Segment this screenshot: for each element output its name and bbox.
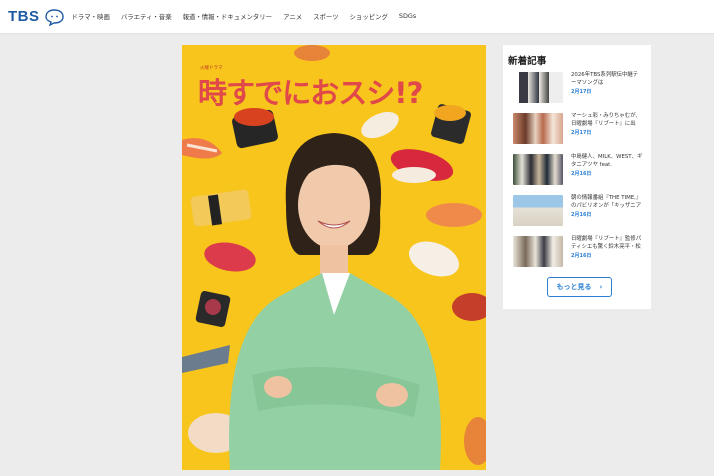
news-headline: 朝の情報番組『THE TIME,』のパビリオンが「キッザニア東京」に期間限定で登… <box>571 195 642 209</box>
mascot-icon <box>44 8 64 26</box>
news-item[interactable]: マーシュ彩・みりちゃむが、日曜劇場『リブート』に出演！ シェルターの職… 2月1… <box>503 112 651 153</box>
news-date: 2月17日 <box>571 130 592 136</box>
sushi-right-mid <box>452 293 486 321</box>
nav-news-documentary[interactable]: 報道・情報・ドキュメンタリー <box>183 12 272 21</box>
news-item[interactable]: 日曜劇場『リブート』監修パティシエも驚く鈴木亮平・松山ケンイチの役作… 2月16… <box>503 235 651 276</box>
sushi-top-orange <box>294 45 330 61</box>
sushi-salmon-right <box>426 203 482 227</box>
sushi-tuna-right <box>390 149 454 183</box>
drama-poster[interactable]: 火曜ドラマ 時すでにおスシ!? <box>182 45 486 470</box>
nav-sdgs[interactable]: SDGs <box>399 12 416 21</box>
nav-shopping[interactable]: ショッピング <box>350 12 388 21</box>
news-thumbnail <box>513 72 563 103</box>
main-nav: ドラマ・映画 バラエティ・音楽 報道・情報・ドキュメンタリー アニメ スポーツ … <box>72 12 428 21</box>
nav-drama-movie[interactable]: ドラマ・映画 <box>72 12 110 21</box>
sushi-squid <box>361 111 399 139</box>
more-news-button[interactable]: もっと見る › <box>547 277 612 297</box>
news-thumbnail <box>513 195 563 226</box>
news-thumbnail <box>513 236 563 267</box>
sushi-ikura <box>232 108 278 149</box>
tbs-logo[interactable]: TBS <box>8 8 65 26</box>
sushi-maki-left <box>195 290 231 328</box>
site-header: TBS ドラマ・映画 バラエティ・音楽 報道・情報・ドキュメンタリー アニメ ス… <box>0 0 714 34</box>
sushi-uni <box>431 104 471 144</box>
news-thumbnail <box>513 113 563 144</box>
news-headline: マーシュ彩・みりちゃむが、日曜劇場『リブート』に出演！ シェルターの職… <box>571 113 641 127</box>
news-headline: 中島健人、MILK、WEST、ギタニアツヤ feat. BABYMETAL、AI… <box>571 154 643 168</box>
chevron-right-icon: › <box>599 283 603 291</box>
news-panel-title: 新着記事 <box>508 56 547 67</box>
news-date: 2月17日 <box>571 89 592 95</box>
nav-sports[interactable]: スポーツ <box>313 12 338 21</box>
actress-figure <box>229 133 441 470</box>
news-date: 2月16日 <box>571 171 592 177</box>
sushi-tamago <box>190 189 252 227</box>
latest-news-panel: 新着記事 2026年TBS系列駅伝中継テーマソングは[Anobodyknows+… <box>503 45 651 309</box>
more-button-label: もっと見る <box>556 283 592 291</box>
nav-anime[interactable]: アニメ <box>283 12 302 21</box>
news-item[interactable]: 朝の情報番組『THE TIME,』のパビリオンが「キッザニア東京」に期間限定で登… <box>503 194 651 235</box>
news-date: 2月16日 <box>571 253 592 259</box>
news-date: 2月16日 <box>571 212 592 218</box>
news-headline: 2026年TBS系列駅伝中継テーマソングは[Anobodyknows+]が8年ぶ… <box>571 72 639 86</box>
sushi-hotate <box>408 241 460 277</box>
sushi-bottom-right <box>464 417 486 465</box>
news-item[interactable]: 2026年TBS系列駅伝中継テーマソングは[Anobodyknows+]が8年ぶ… <box>503 71 651 112</box>
news-item[interactable]: 中島健人、MILK、WEST、ギタニアツヤ feat. BABYMETAL、AI… <box>503 153 651 194</box>
sushi-shrimp-left <box>182 138 222 159</box>
news-thumbnail <box>513 154 563 185</box>
logo-text: TBS <box>8 8 40 25</box>
news-list: 2026年TBS系列駅伝中継テーマソングは[Anobodyknows+]が8年ぶ… <box>503 71 651 276</box>
sushi-saba <box>182 345 230 373</box>
news-headline: 日曜劇場『リブート』監修パティシエも驚く鈴木亮平・松山ケンイチの役作… <box>571 236 642 250</box>
nav-variety-music[interactable]: バラエティ・音楽 <box>121 12 172 21</box>
poster-title: 時すでにおスシ!? <box>198 76 423 110</box>
sushi-maguro-left <box>204 242 256 272</box>
